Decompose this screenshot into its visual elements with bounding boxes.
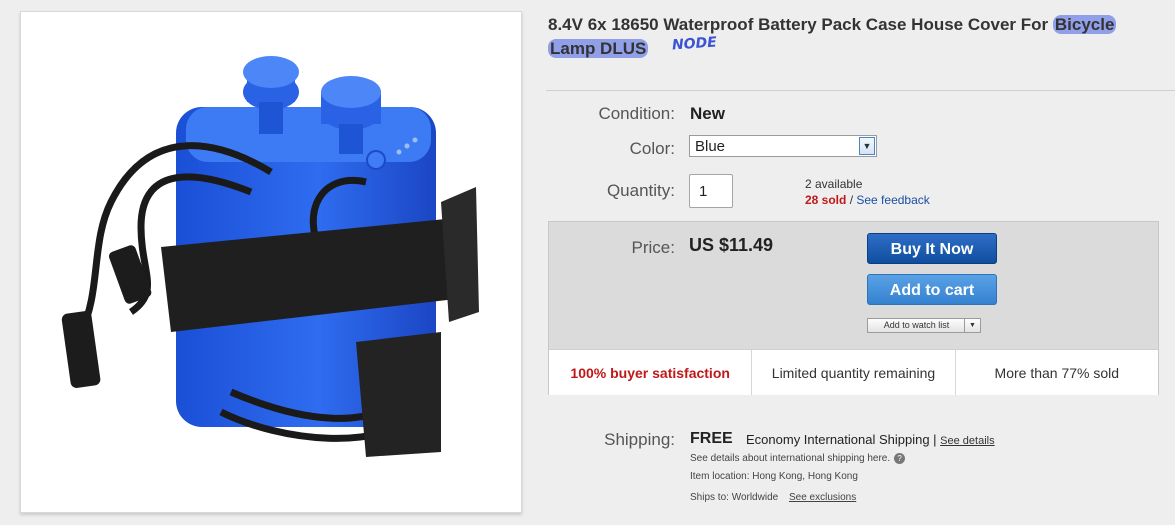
- color-select-value: Blue: [695, 138, 726, 155]
- item-location: Item location: Hong Kong, Hong Kong: [690, 471, 858, 482]
- product-title: 8.4V 6x 18650 Waterproof Battery Pack Ca…: [548, 13, 1168, 61]
- add-to-cart-button[interactable]: Add to cart: [867, 274, 997, 305]
- watch-list-label: Add to watch list: [883, 320, 950, 330]
- shipping-method: Economy International Shipping: [746, 432, 930, 447]
- ships-to: Ships to: Worldwide See exclusions: [690, 492, 856, 503]
- add-to-watch-list-button[interactable]: Add to watch list ▼: [867, 318, 981, 333]
- buy-it-now-button[interactable]: Buy It Now: [867, 233, 997, 264]
- sold-info: 28 sold / See feedback: [805, 193, 930, 207]
- quantity-input[interactable]: 1: [689, 174, 733, 208]
- see-feedback-link[interactable]: See feedback: [856, 193, 929, 207]
- price-value: US $11.49: [689, 235, 774, 255]
- title-text: 8.4V 6x 18650 Waterproof Battery Pack Ca…: [548, 15, 1053, 34]
- color-label: Color:: [629, 139, 675, 158]
- highlights-strip: 100% buyer satisfaction Limited quantity…: [549, 349, 1158, 395]
- color-select[interactable]: Blue ▼: [689, 135, 877, 157]
- divider: [546, 90, 1175, 91]
- help-icon[interactable]: ?: [894, 453, 906, 464]
- see-exclusions-link[interactable]: See exclusions: [789, 492, 856, 503]
- condition-label: Condition:: [598, 104, 675, 123]
- intl-shipping-note: See details about international shipping…: [690, 453, 906, 465]
- shipping-free: FREE: [690, 430, 733, 447]
- battery-pack-image: [61, 56, 479, 457]
- highlight-limited: Limited quantity remaining: [752, 350, 956, 395]
- condition-value: New: [690, 104, 725, 123]
- see-details-link[interactable]: See details: [940, 435, 994, 447]
- title-highlight-2: Lamp DLUS: [548, 39, 649, 58]
- quantity-label: Quantity:: [606, 181, 675, 200]
- price-label: Price:: [631, 238, 675, 257]
- highlight-satisfaction: 100% buyer satisfaction: [549, 350, 753, 395]
- available-count: 2 available: [805, 177, 863, 191]
- shipping-type: Economy International Shipping | See det…: [746, 432, 995, 447]
- chevron-down-icon[interactable]: ▼: [859, 137, 875, 155]
- product-image[interactable]: [20, 11, 522, 513]
- title-highlight-1: Bicycle: [1052, 15, 1117, 34]
- ships-to-text: Ships to: Worldwide: [690, 492, 779, 503]
- sold-count: 28 sold: [805, 193, 847, 207]
- shipping-label: Shipping:: [604, 430, 675, 449]
- highlight-sold-percent: More than 77% sold: [994, 364, 1120, 381]
- chevron-down-icon[interactable]: ▼: [964, 319, 980, 332]
- sold-separator: /: [846, 193, 857, 207]
- intl-shipping-text: See details about international shipping…: [690, 453, 891, 465]
- shipping-separator: |: [929, 432, 941, 447]
- handwritten-annotation: NODE: [671, 34, 718, 54]
